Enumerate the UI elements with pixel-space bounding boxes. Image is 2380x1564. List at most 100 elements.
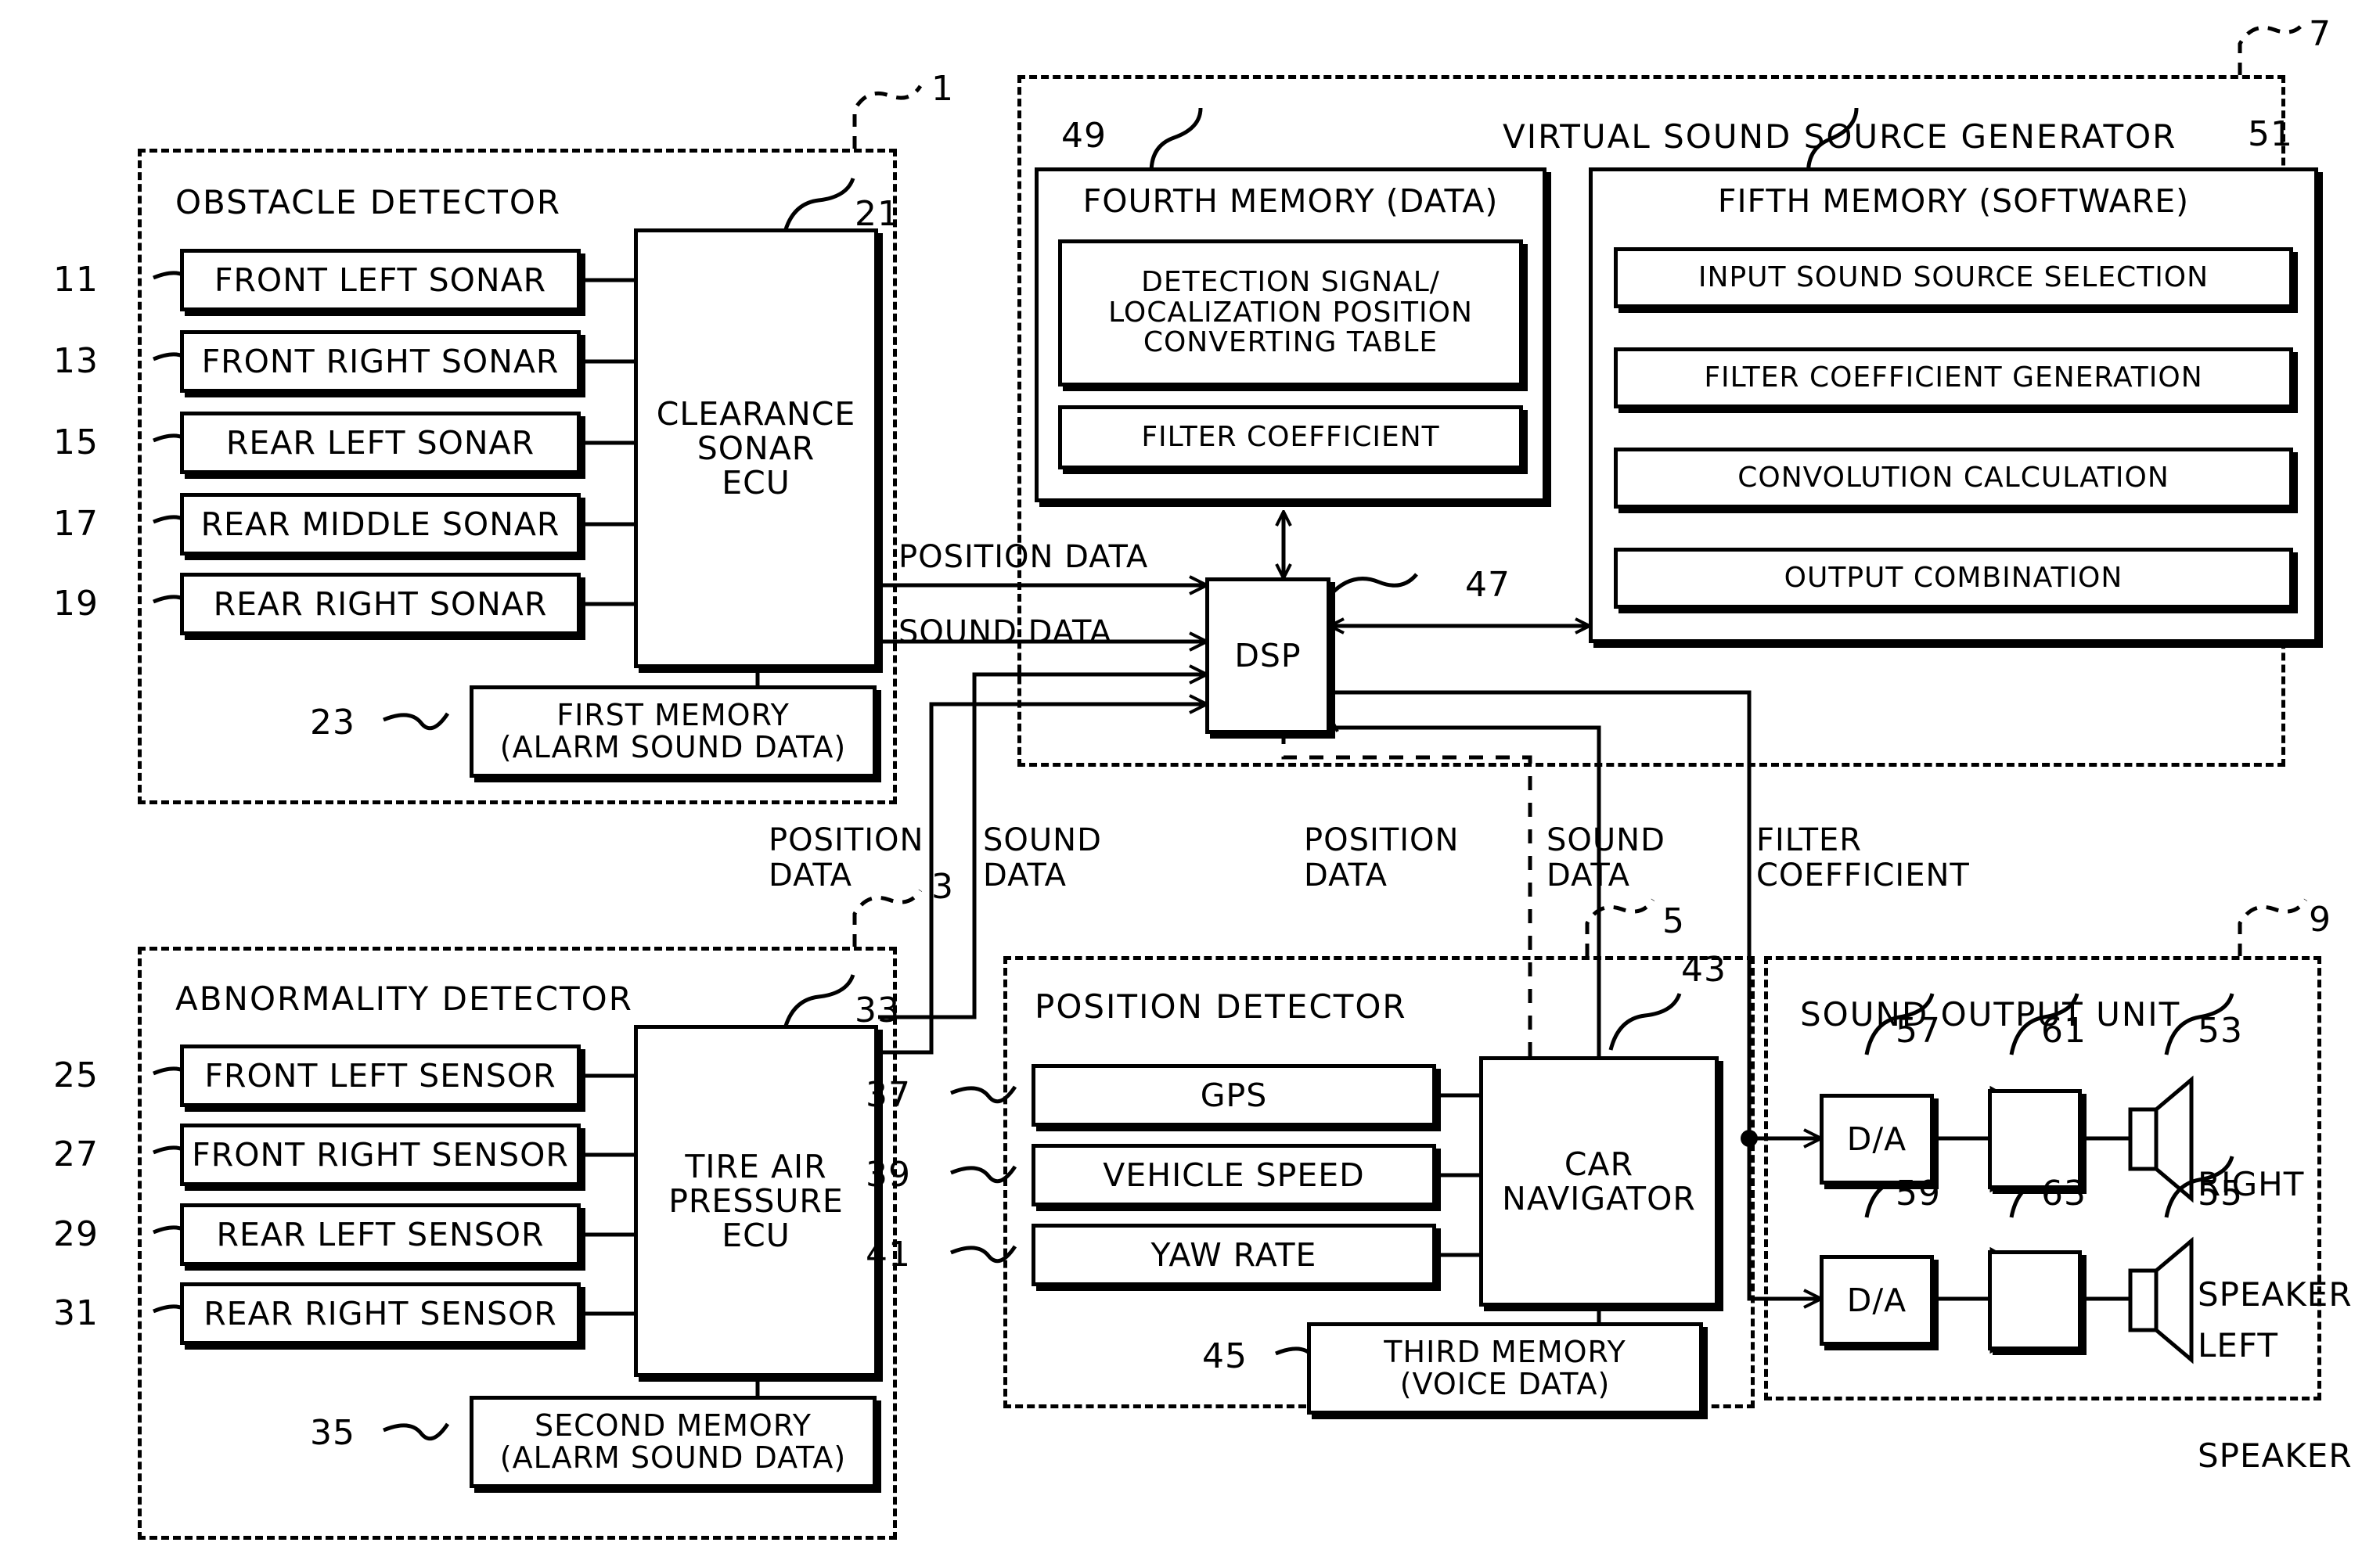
block-vehicle-speed: VEHICLE SPEED [1032,1144,1436,1206]
conversion-table-line3: CONVERTING TABLE [1143,326,1438,359]
ref-numeral-35: 35 [310,1413,355,1453]
ref-numeral-47: 47 [1465,565,1510,605]
block-rear-left-sonar: REAR LEFT SONAR [180,412,581,474]
block-rear-right-sensor: REAR RIGHT SENSOR [180,1282,581,1345]
ref-numeral-57: 57 [1896,1011,1941,1051]
third-memory-line1: THIRD MEMORY [1384,1334,1626,1369]
block-front-left-sonar: FRONT LEFT SONAR [180,249,581,311]
filter-coefficient-generation-label: FILTER COEFFICIENT GENERATION [1704,361,2203,394]
block-dsp: DSP [1205,577,1330,734]
block-gps: GPS [1032,1064,1436,1127]
wire-label-position-data-mid: POSITION DATA [1304,822,1460,893]
ref-numeral-23: 23 [310,703,355,742]
block-front-right-sonar: FRONT RIGHT SONAR [180,330,581,393]
ref-numeral-45: 45 [1202,1336,1248,1376]
gps-label: GPS [1200,1076,1268,1114]
group-vsg-title: VIRTUAL SOUND SOURCE GENERATOR [1503,117,2177,156]
tire-air-pressure-ecu-line3: ECU [722,1217,790,1255]
ref-numeral-19: 19 [53,584,99,624]
ref-numeral-5: 5 [1662,901,1685,941]
output-combination-label: OUTPUT COMBINATION [1784,561,2123,594]
rear-right-sonar-label: REAR RIGHT SONAR [213,584,548,623]
wire-label-sound-data-left: SOUND DATA [983,822,1102,893]
ref-numeral-7: 7 [2309,14,2331,54]
front-left-sensor-label: FRONT LEFT SENSOR [204,1056,556,1095]
block-rear-left-sensor: REAR LEFT SENSOR [180,1203,581,1266]
ref-numeral-49: 49 [1061,116,1107,156]
block-front-right-sensor: FRONT RIGHT SENSOR [180,1124,581,1186]
yaw-rate-label: YAW RATE [1150,1235,1317,1274]
block-front-left-sensor: FRONT LEFT SENSOR [180,1044,581,1107]
block-yaw-rate: YAW RATE [1032,1224,1436,1286]
second-memory-line1: SECOND MEMORY [534,1408,812,1443]
fourth-memory-title: FOURTH MEMORY (DATA) [1082,182,1499,220]
front-right-sensor-label: FRONT RIGHT SENSOR [192,1135,569,1174]
block-rear-right-sonar: REAR RIGHT SONAR [180,573,581,635]
da-left-label: D/A [1846,1281,1907,1319]
dsp-label: DSP [1234,636,1302,674]
front-left-sonar-label: FRONT LEFT SONAR [214,261,547,299]
group-sound-output-unit-title: SOUND OUTPUT UNIT [1800,995,2181,1034]
patent-figure: OBSTACLE DETECTOR 1 11 FRONT LEFT SONAR … [0,0,2380,1564]
group-position-detector-title: POSITION DETECTOR [1035,987,1407,1026]
ref-numeral-15: 15 [53,422,99,462]
ref-numeral-1: 1 [931,69,954,109]
ref-numeral-25: 25 [53,1055,99,1095]
rear-right-sensor-label: REAR RIGHT SENSOR [203,1294,557,1332]
wire-label-position-data-left: POSITION DATA [769,822,924,893]
block-filter-coefficient-data: FILTER COEFFICIENT [1058,405,1523,469]
wire-label-position-data-top: POSITION DATA [898,539,1149,575]
ref-numeral-27: 27 [53,1134,99,1174]
wire-label-filter-coefficient: FILTER COEFFICIENT [1756,822,1970,893]
block-filter-coefficient-generation: FILTER COEFFICIENT GENERATION [1614,347,2293,408]
fifth-memory-title: FIFTH MEMORY (SOFTWARE) [1717,182,2190,220]
ref-numeral-9: 9 [2309,900,2331,940]
wire-label-sound-data-mid: SOUND DATA [1546,822,1665,893]
ref-numeral-53: 53 [2198,1011,2243,1051]
front-right-sonar-label: FRONT RIGHT SONAR [201,342,560,380]
ref-numeral-61: 61 [2041,1011,2087,1051]
tire-air-pressure-ecu-line2: PRESSURE [668,1181,844,1220]
block-tire-air-pressure-ecu: TIRE AIR PRESSURE ECU [634,1025,878,1377]
first-memory-line2: (ALARM SOUND DATA) [499,730,847,764]
wire-label-sound-data-top: SOUND DATA [898,614,1112,650]
speaker-left-line1: LEFT [2198,1326,2279,1365]
conversion-table-line1: DETECTION SIGNAL/ [1141,265,1440,298]
input-sound-source-selection-label: INPUT SOUND SOURCE SELECTION [1698,261,2209,293]
group-abnormality-detector-title: ABNORMALITY DETECTOR [175,980,633,1018]
ref-numeral-37: 37 [866,1075,911,1115]
clearance-sonar-ecu-line1: CLEARANCE [656,394,856,433]
speaker-left-label: LEFT SPEAKER [2198,1253,2353,1548]
car-navigator-line2: NAVIGATOR [1502,1180,1696,1217]
conversion-table-line2: LOCALIZATION POSITION [1108,296,1473,329]
block-clearance-sonar-ecu: CLEARANCE SONAR ECU [634,228,878,668]
block-conversion-table: DETECTION SIGNAL/ LOCALIZATION POSITION … [1058,239,1523,387]
rear-middle-sonar-label: REAR MIDDLE SONAR [200,505,560,543]
filter-coefficient-data-label: FILTER COEFFICIENT [1141,420,1440,453]
ref-numeral-3: 3 [931,867,954,907]
first-memory-line1: FIRST MEMORY [556,697,790,732]
car-navigator-line1: CAR [1564,1145,1634,1183]
ref-numeral-31: 31 [53,1293,99,1333]
tire-air-pressure-ecu-line1: TIRE AIR [685,1147,827,1185]
block-da-left: D/A [1820,1255,1934,1346]
block-convolution-calculation: CONVOLUTION CALCULATION [1614,448,2293,509]
group-obstacle-detector-title: OBSTACLE DETECTOR [175,183,562,221]
ref-numeral-29: 29 [53,1214,99,1254]
block-second-memory: SECOND MEMORY (ALARM SOUND DATA) [470,1396,877,1488]
block-car-navigator: CAR NAVIGATOR [1479,1056,1719,1307]
second-memory-line2: (ALARM SOUND DATA) [499,1440,847,1475]
speaker-left-line2: SPEAKER [2198,1436,2353,1476]
ref-numeral-55: 55 [2198,1174,2243,1213]
rear-left-sonar-label: REAR LEFT SONAR [225,423,535,462]
clearance-sonar-ecu-line2: SONAR [697,429,816,467]
block-output-combination: OUTPUT COMBINATION [1614,548,2293,609]
da-right-label: D/A [1846,1120,1907,1158]
convolution-calculation-label: CONVOLUTION CALCULATION [1737,461,2169,494]
ref-numeral-51: 51 [2248,114,2293,154]
vehicle-speed-label: VEHICLE SPEED [1103,1156,1365,1194]
ref-numeral-39: 39 [866,1155,911,1195]
ref-numeral-11: 11 [53,260,99,300]
ref-numeral-63: 63 [2041,1174,2087,1213]
ref-numeral-59: 59 [1896,1174,1941,1213]
